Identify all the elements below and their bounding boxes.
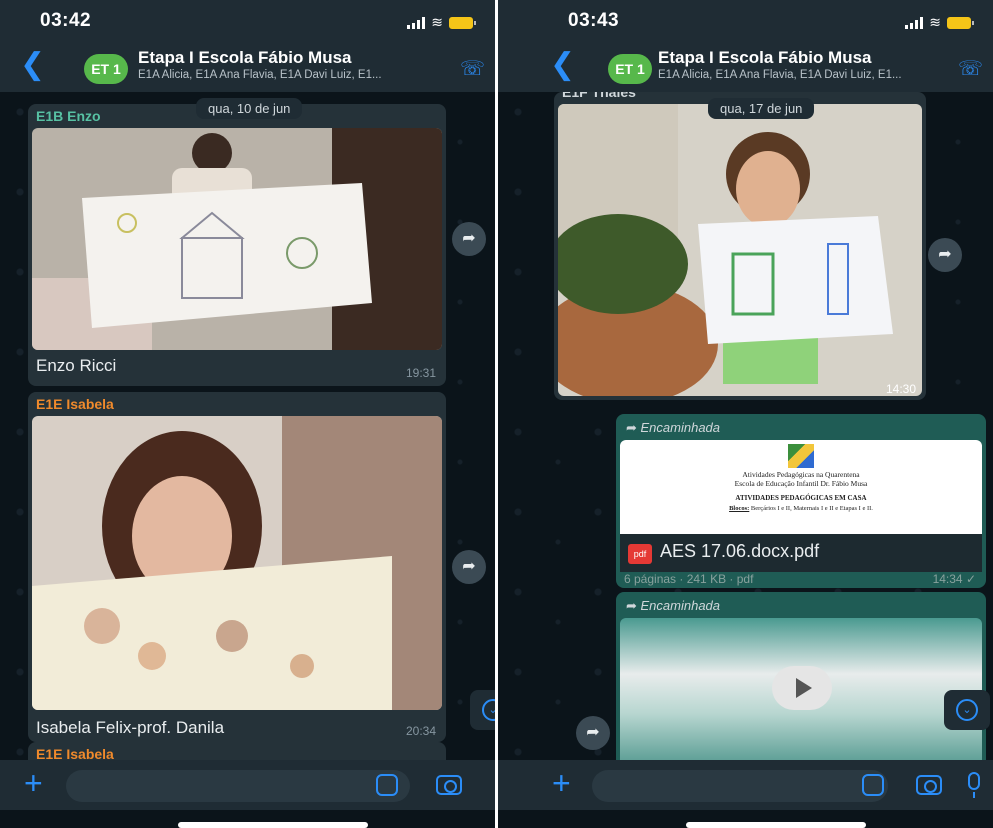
forwarded-label: ➦ Encaminhada (626, 420, 721, 435)
date-chip: qua, 10 de jun (196, 98, 303, 119)
photo-boy-drawing (558, 104, 922, 396)
home-indicator[interactable] (686, 822, 866, 828)
message-time: 14:30 (885, 382, 916, 396)
date-chip: qua, 17 de jun (708, 98, 815, 119)
chat-title[interactable]: Etapa I Escola Fábio Musa (138, 48, 352, 68)
document-logo (788, 444, 814, 468)
sender-name: E1E Isabela (36, 746, 114, 760)
forward-button[interactable]: ➦ (576, 716, 610, 750)
message-bubble[interactable]: ➦ Encaminhada (616, 592, 986, 760)
sender-name: E1B Enzo (36, 108, 101, 124)
delivered-check-icon: ✓ (965, 572, 976, 586)
signal-icon (407, 16, 426, 29)
chat-area[interactable]: E1B Enzo Enzo Ricci 19:31 qua, 10 de jun… (0, 92, 495, 760)
photo[interactable] (558, 104, 922, 396)
message-time: 19:31 (405, 366, 436, 380)
message-time: 14:34 ✓ (932, 572, 976, 586)
message-input[interactable] (66, 770, 410, 802)
message-input[interactable] (592, 770, 888, 802)
avatar[interactable]: ET 1 (608, 54, 652, 84)
photo-caption: Enzo Ricci (36, 356, 117, 375)
forward-button[interactable]: ➦ (452, 222, 486, 256)
file-row[interactable]: pdf AES 17.06.docx.pdf (620, 534, 982, 572)
forward-icon: ➦ (462, 558, 476, 575)
file-meta: 6 páginas · 241 KB · pdf (624, 572, 754, 586)
status-bar: 03:42 ≋ (0, 0, 495, 42)
chat-area[interactable]: E1F Thales 14:30 qua, 17 de jun ➦ ➦ Enca… (498, 92, 993, 760)
message-time: 20:34 (405, 724, 436, 738)
plus-icon[interactable]: + (552, 766, 571, 800)
forward-button[interactable]: ➦ (452, 550, 486, 584)
message-bubble[interactable]: E1B Enzo Enzo Ricci 19:31 (28, 104, 446, 386)
sticker-icon[interactable] (862, 774, 884, 796)
message-bubble[interactable]: E1E Isabela (28, 742, 446, 760)
document-line-1: Atividades Pedagógicas na Quarentena (742, 470, 860, 479)
wifi-icon: ≋ (929, 14, 941, 30)
scroll-down-button[interactable]: ⌄ (470, 690, 495, 730)
left-phone-screen: 03:42 ≋ ❮ ET 1 Etapa I Escola Fábio Musa… (0, 0, 495, 828)
avatar[interactable]: ET 1 (84, 54, 128, 84)
file-name: AES 17.06.docx.pdf (660, 541, 820, 561)
chevron-down-icon: ⌄ (482, 699, 495, 721)
pdf-icon: pdf (628, 544, 652, 564)
sender-name: E1F Thales (562, 92, 636, 100)
back-icon[interactable]: ❮ (550, 50, 575, 80)
photo-caption: Isabela Felix-prof. Danila (36, 718, 225, 737)
forward-icon: ➦ (586, 724, 600, 741)
scroll-down-button[interactable]: ⌄ (944, 690, 990, 730)
input-bar: + (0, 760, 495, 810)
status-icons: ≋ (905, 14, 974, 31)
document-heading: ATIVIDADES PEDAGÓGICAS EM CASA (735, 494, 867, 502)
back-icon[interactable]: ❮ (20, 50, 45, 80)
document-preview[interactable]: Atividades Pedagógicas na Quarentena Esc… (620, 440, 982, 534)
message-bubble[interactable]: E1E Isabela Isabela Felix-prof. Danila 2… (28, 392, 446, 742)
chat-header: ❮ ET 1 Etapa I Escola Fábio Musa E1A Ali… (0, 42, 495, 92)
sender-name: E1E Isabela (36, 396, 114, 412)
message-bubble[interactable]: E1F Thales 14:30 (554, 92, 926, 400)
photo-girl-drawing (32, 416, 442, 710)
status-icons: ≋ (407, 14, 476, 31)
home-indicator[interactable] (178, 822, 368, 828)
call-add-icon[interactable]: ☏ (460, 56, 485, 81)
status-time: 03:42 (40, 10, 92, 31)
battery-icon (449, 16, 476, 29)
chat-subtitle[interactable]: E1A Alicia, E1A Ana Flavia, E1A Davi Lui… (658, 69, 948, 81)
chat-title[interactable]: Etapa I Escola Fábio Musa (658, 48, 872, 68)
video-preview[interactable] (620, 618, 982, 760)
chevron-down-icon: ⌄ (956, 699, 978, 721)
right-phone-screen: 03:43 ≋ ❮ ET 1 Etapa I Escola Fábio Musa… (498, 0, 993, 828)
photo-boy-drawing (32, 128, 442, 350)
mic-icon[interactable] (968, 772, 980, 798)
battery-icon (947, 16, 974, 29)
plus-icon[interactable]: + (24, 766, 43, 800)
chat-header: ❮ ET 1 Etapa I Escola Fábio Musa E1A Ali… (498, 42, 993, 92)
forward-icon: ➦ (462, 230, 476, 247)
input-bar: + (498, 760, 993, 810)
forwarded-label: ➦ Encaminhada (626, 598, 721, 613)
call-add-icon[interactable]: ☏ (958, 56, 983, 81)
status-time: 03:43 (568, 10, 620, 31)
play-icon (796, 678, 812, 698)
chat-subtitle[interactable]: E1A Alicia, E1A Ana Flavia, E1A Davi Lui… (138, 69, 468, 81)
sticker-icon[interactable] (376, 774, 398, 796)
signal-icon (905, 16, 924, 29)
play-button[interactable] (772, 666, 832, 710)
photo[interactable] (32, 416, 442, 710)
photo[interactable] (32, 128, 442, 350)
camera-icon[interactable] (916, 775, 942, 795)
document-line-2: Escola de Educação Infantil Dr. Fábio Mu… (734, 479, 868, 488)
forward-icon: ➦ (938, 246, 952, 263)
camera-icon[interactable] (436, 775, 462, 795)
document-blocos: Blocos: Berçários I e II, Maternais I e … (729, 505, 873, 512)
message-bubble[interactable]: ➦ Encaminhada Atividades Pedagógicas na … (616, 414, 986, 588)
wifi-icon: ≋ (431, 14, 443, 30)
status-bar: 03:43 ≋ (498, 0, 993, 42)
forward-button[interactable]: ➦ (928, 238, 962, 272)
